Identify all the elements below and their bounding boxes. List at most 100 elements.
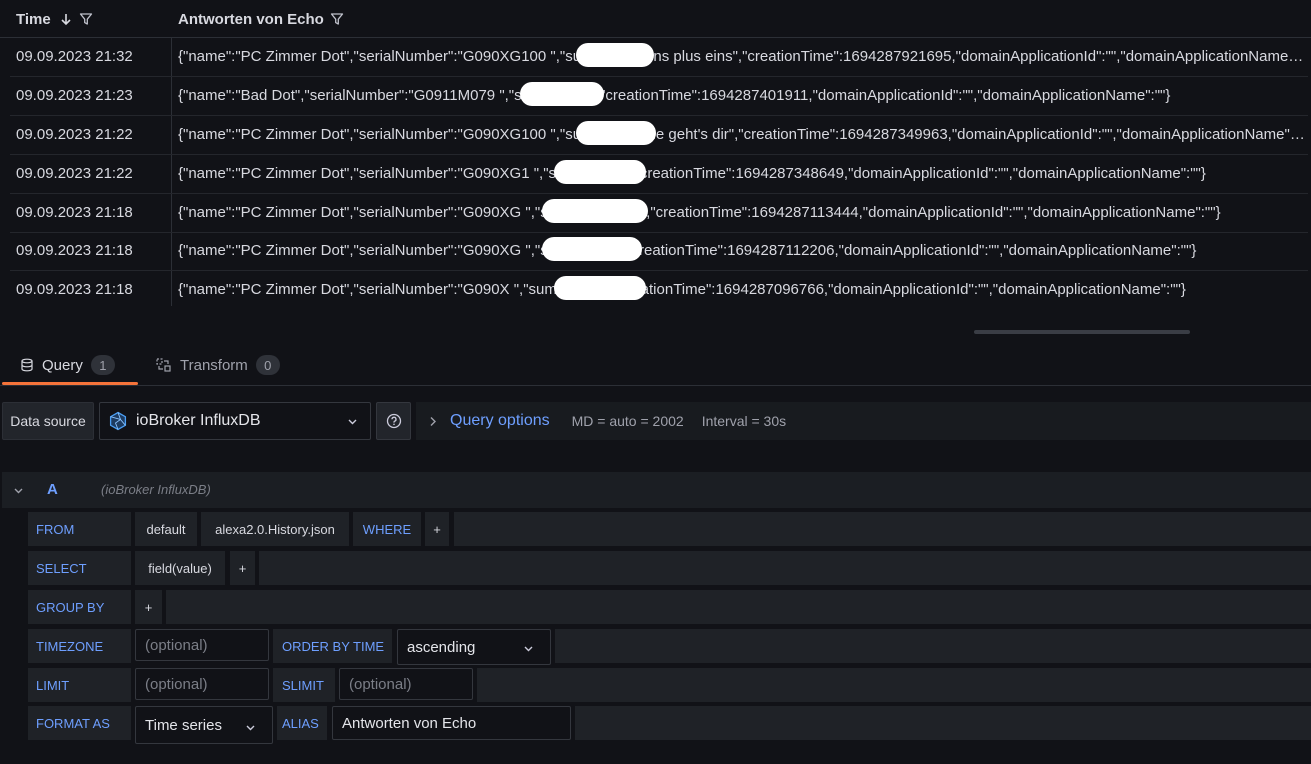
query-header[interactable]: A (ioBroker InfluxDB) — [2, 472, 1311, 508]
query-options[interactable]: Query options MD = auto = 2002 Interval … — [416, 402, 1311, 440]
select-field[interactable]: field(value) — [135, 551, 225, 585]
table-row[interactable]: 09.09.2023 21:22 {"name":"PC Zimmer Dot"… — [10, 155, 1308, 194]
datasource-selected: ioBroker InfluxDB — [136, 412, 261, 429]
format-value: Time series — [145, 716, 222, 734]
tab-query[interactable]: Query 1 — [20, 344, 115, 386]
tab-transform[interactable]: Transform 0 — [156, 344, 280, 386]
redaction-mark — [542, 237, 642, 261]
cell-time: 09.09.2023 21:22 — [16, 126, 133, 143]
format-keyword: FORMAT AS — [28, 706, 131, 740]
select-row: SELECT field(value) + — [28, 551, 1311, 585]
alias-keyword: ALIAS — [277, 706, 327, 740]
table-row[interactable]: 09.09.2023 21:18 {"name":"PC Zimmer Dot"… — [10, 232, 1308, 271]
column-header-time-label: Time — [16, 10, 51, 28]
influxdb-icon — [108, 411, 128, 431]
timezone-row-fill — [555, 629, 1311, 663]
add-select-button[interactable]: + — [230, 551, 255, 585]
from-row: FROM default alexa2.0.History.json WHERE… — [28, 512, 1311, 546]
select-row-fill — [259, 551, 1311, 585]
limit-input[interactable]: (optional) — [135, 668, 269, 700]
redaction-mark — [542, 199, 648, 223]
from-policy[interactable]: default — [135, 512, 197, 546]
chevron-down-icon[interactable] — [13, 485, 24, 496]
table-row[interactable]: 09.09.2023 21:32 {"name":"PC Zimmer Dot"… — [10, 38, 1308, 77]
database-icon — [20, 358, 34, 372]
add-where-button[interactable]: + — [425, 512, 449, 546]
cell-message: {"name":"PC Zimmer Dot","serialNumber":"… — [178, 48, 1306, 65]
where-keyword: WHERE — [353, 512, 421, 546]
redaction-mark — [520, 82, 604, 106]
groupby-keyword: GROUP BY — [28, 590, 131, 624]
orderby-value: ascending — [407, 638, 476, 656]
orderby-select[interactable]: ascending — [397, 629, 551, 665]
cell-time: 09.09.2023 21:18 — [16, 281, 133, 298]
redaction-mark — [554, 160, 646, 184]
timezone-input[interactable]: (optional) — [135, 629, 269, 661]
select-keyword: SELECT — [28, 551, 131, 585]
table-row[interactable]: 09.09.2023 21:18 {"name":"PC Zimmer Dot"… — [10, 194, 1308, 233]
results-table: Time Antworten von Echo 09.09.2023 21:32… — [0, 0, 1311, 306]
chevron-down-icon — [245, 722, 256, 733]
redaction-mark — [576, 121, 656, 145]
from-measurement[interactable]: alexa2.0.History.json — [201, 512, 349, 546]
groupby-row: GROUP BY + — [28, 590, 1311, 624]
interval: Interval = 30s — [701, 413, 787, 429]
alias-input[interactable]: Antworten von Echo — [332, 706, 571, 740]
tab-transform-label: Transform — [180, 356, 248, 374]
datasource-help-button[interactable] — [376, 402, 411, 440]
datasource-label: Data source — [2, 402, 94, 440]
chevron-down-icon — [347, 416, 358, 427]
filter-icon[interactable] — [330, 12, 344, 26]
format-row-fill — [575, 706, 1311, 740]
horizontal-scrollbar[interactable] — [974, 330, 1190, 334]
chevron-down-icon — [523, 643, 534, 654]
help-icon — [386, 413, 401, 429]
query-options-title[interactable]: Query options — [450, 412, 550, 430]
tab-query-count: 1 — [90, 355, 115, 375]
slimit-keyword: SLIMIT — [273, 668, 335, 702]
datasource-row: Data source ioBroker InfluxDB Query opti… — [0, 402, 1311, 440]
chevron-right-icon — [428, 416, 437, 427]
slimit-input[interactable]: (optional) — [339, 668, 473, 700]
cell-time: 09.09.2023 21:22 — [16, 165, 133, 182]
datasource-select[interactable]: ioBroker InfluxDB — [99, 402, 371, 440]
table-row[interactable]: 09.09.2023 21:23 {"name":"Bad Dot","seri… — [10, 77, 1308, 116]
table-row[interactable]: 09.09.2023 21:18 {"name":"PC Zimmer Dot"… — [10, 271, 1308, 306]
from-row-fill — [454, 512, 1311, 546]
groupby-row-fill — [166, 590, 1311, 624]
cell-message: {"name":"PC Zimmer Dot","serialNumber":"… — [178, 242, 1197, 259]
column-header-message-label: Antworten von Echo — [178, 10, 324, 28]
orderby-keyword: ORDER BY TIME — [273, 629, 392, 663]
format-select[interactable]: Time series — [135, 706, 273, 744]
query-ref-id[interactable]: A — [47, 472, 58, 508]
from-keyword: FROM — [28, 512, 131, 546]
add-groupby-button[interactable]: + — [135, 590, 162, 624]
cell-time: 09.09.2023 21:18 — [16, 242, 133, 259]
limit-row: LIMIT (optional) SLIMIT (optional) — [28, 668, 1311, 702]
timezone-row: TIMEZONE (optional) ORDER BY TIME ascend… — [28, 629, 1311, 665]
active-tab-indicator — [2, 382, 138, 385]
redaction-mark — [554, 276, 646, 300]
query-datasource-name: (ioBroker InfluxDB) — [101, 482, 211, 497]
editor-tabs: Query 1 Transform 0 — [0, 344, 1311, 386]
table-row[interactable]: 09.09.2023 21:22 {"name":"PC Zimmer Dot"… — [10, 116, 1308, 155]
cell-message: {"name":"PC Zimmer Dot","serialNumber":"… — [178, 204, 1221, 221]
cell-time: 09.09.2023 21:32 — [16, 48, 133, 65]
cell-time: 09.09.2023 21:18 — [16, 204, 133, 221]
sort-desc-icon[interactable] — [59, 12, 73, 26]
transform-icon — [156, 358, 172, 372]
cell-time: 09.09.2023 21:23 — [16, 87, 133, 104]
max-datapoints: MD = auto = 2002 — [571, 413, 684, 429]
limit-keyword: LIMIT — [28, 668, 131, 702]
filter-icon[interactable] — [79, 12, 93, 26]
redaction-mark — [576, 43, 654, 67]
column-header-time[interactable]: Time — [16, 0, 93, 38]
tab-transform-count: 0 — [255, 355, 280, 375]
format-row: FORMAT AS Time series ALIAS Antworten vo… — [28, 706, 1311, 744]
timezone-keyword: TIMEZONE — [28, 629, 131, 663]
limit-row-fill — [477, 668, 1311, 702]
tab-query-label: Query — [42, 356, 83, 374]
cell-message: {"name":"PC Zimmer Dot","serialNumber":"… — [178, 126, 1306, 143]
cell-message: {"name":"Bad Dot","serialNumber":"G0911M… — [178, 87, 1171, 104]
column-header-message[interactable]: Antworten von Echo — [178, 0, 344, 38]
